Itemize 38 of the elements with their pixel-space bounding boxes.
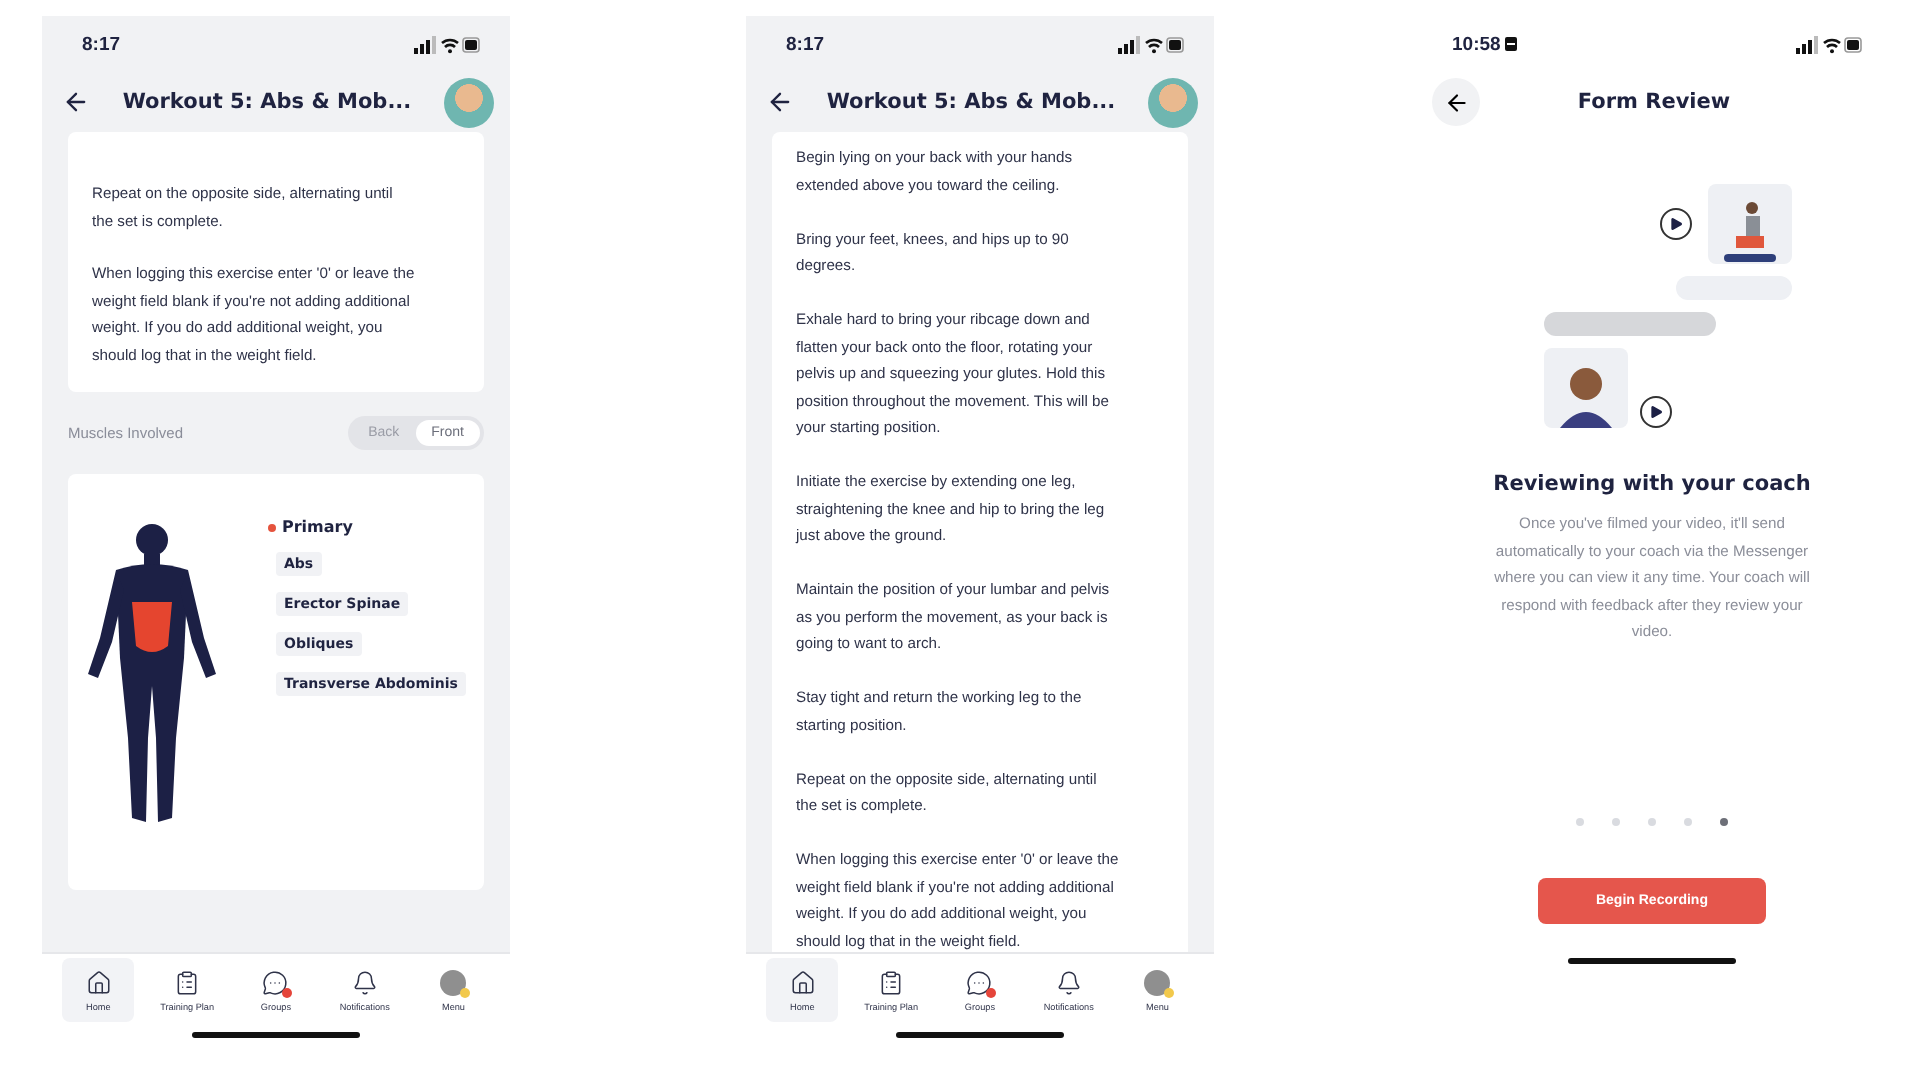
clipboard-icon [878,969,905,995]
notification-dot [282,987,293,997]
play-icon[interactable] [1640,396,1672,428]
person-kneeling-drawing [1724,200,1776,264]
back-icon[interactable] [62,88,90,116]
status-icon [1504,36,1519,52]
screen-title: Workout 5: Abs & Mob... [120,90,414,114]
notifications-icon [1055,969,1082,995]
avatar [1144,969,1171,995]
screen-title: Workout 5: Abs & Mob... [824,90,1118,114]
screen-title: Form Review [1575,90,1733,114]
back-icon [1443,89,1469,115]
home-icon [789,969,816,995]
play-icon[interactable] [1660,208,1692,240]
status-icons [1118,35,1186,53]
status-time: 8:17 [786,33,825,55]
page-dot[interactable] [1648,817,1656,825]
muscle-group-label: Primary [268,518,353,536]
status-icons [1796,35,1864,53]
page-dot[interactable] [1576,817,1584,825]
notification-dot [460,987,471,997]
clipboard-icon [174,969,201,995]
section-heading: Reviewing with your coach [1491,472,1813,496]
avatar [440,969,467,995]
back-button[interactable] [1432,78,1480,126]
home-icon [85,969,112,995]
notifications-icon [351,969,378,995]
chat-icon [966,969,993,995]
status-time: 8:17 [82,33,121,55]
notification-dot [1164,987,1175,997]
page-dot[interactable] [1612,817,1620,825]
back-icon[interactable] [766,88,794,116]
status-time: 10:58 [1452,33,1519,55]
page-dot[interactable] [1684,817,1692,825]
chat-icon [262,969,289,995]
status-icons [414,35,482,53]
page-dot[interactable] [1720,817,1728,825]
notification-dot [986,987,997,997]
